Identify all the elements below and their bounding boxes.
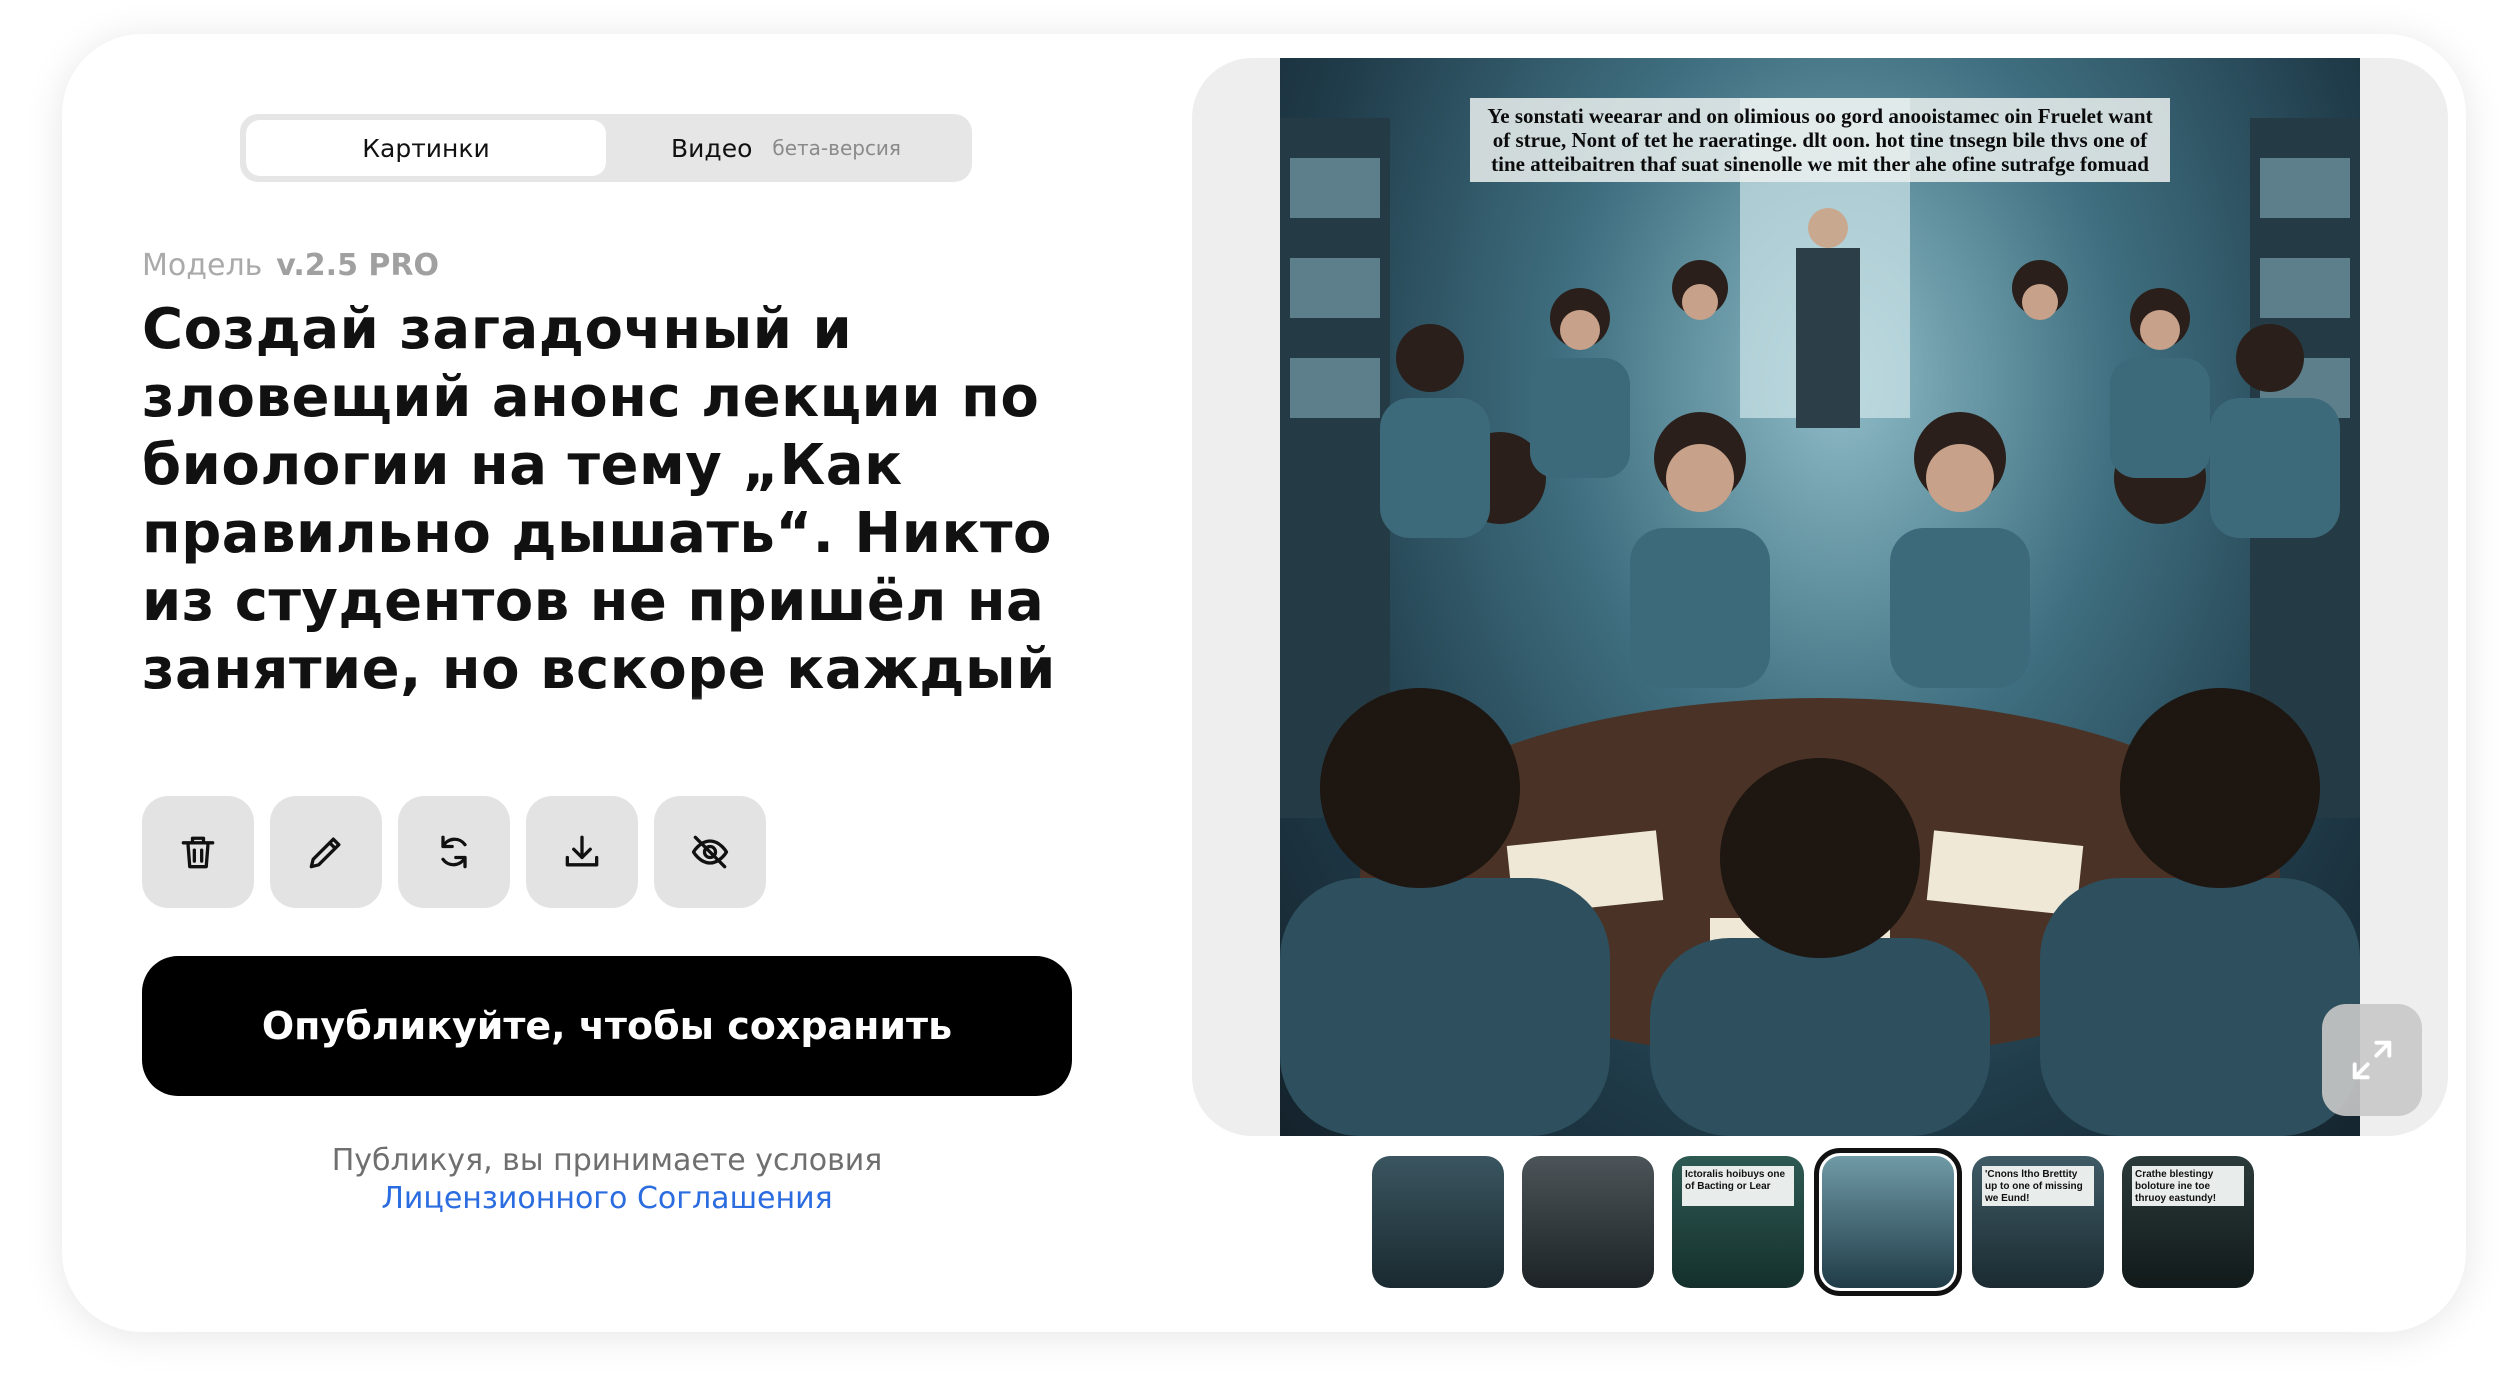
model-label: Модель — [142, 248, 263, 283]
prompt-text: Создай загадочный и зловещий анонс лекци… — [142, 297, 1056, 702]
tab-images-label: Картинки — [362, 133, 490, 163]
edit-button[interactable] — [270, 796, 382, 908]
prompt-container: Создай загадочный и зловещий анонс лекци… — [142, 296, 1062, 726]
pencil-icon — [309, 837, 341, 869]
expand-button[interactable] — [2322, 1004, 2422, 1116]
publish-button[interactable]: Опубликуйте, чтобы сохранить — [142, 956, 1072, 1096]
beta-badge: бета-версия — [772, 136, 901, 160]
collapse-arrows-icon — [2352, 1040, 2392, 1080]
terms-label: Публикуя, вы принимаете условия — [331, 1143, 883, 1178]
thumbnail-3[interactable]: Ictoralis hoibuys one of Bacting or Lear — [1672, 1156, 1804, 1288]
delete-button[interactable] — [142, 796, 254, 908]
classroom-illustration — [1280, 98, 2360, 1136]
thumbnail-strip: Ictoralis hoibuys one of Bacting or Lear… — [1372, 1148, 2254, 1296]
image-preview-pane: Ye sonstati weearar and on olimious oo g… — [1192, 58, 2448, 1136]
thumbnail-6[interactable]: Crathe blestingy boloture ine toe thruoy… — [2122, 1156, 2254, 1288]
eye-off-icon — [691, 835, 729, 869]
terms-text: Публикуя, вы принимаете условия Лицензио… — [142, 1142, 1072, 1218]
download-icon — [565, 835, 599, 867]
thumbnail-1[interactable] — [1372, 1156, 1504, 1288]
hide-button[interactable] — [654, 796, 766, 908]
thumbnail-4-selected[interactable] — [1814, 1148, 1962, 1296]
tab-video-label: Видео — [671, 133, 753, 163]
generated-image[interactable]: Ye sonstati weearar and on olimious oo g… — [1280, 58, 2360, 1136]
regenerate-button[interactable] — [398, 796, 510, 908]
model-info: Модель v.2.5 PRO — [142, 248, 439, 283]
image-caption-text: Ye sonstati weearar and on olimious oo g… — [1470, 98, 2170, 182]
license-agreement-link[interactable]: Лицензионного Соглашения — [142, 1180, 1072, 1218]
thumbnail-5[interactable]: 'Cnons ltho Brettity up to one of missin… — [1972, 1156, 2104, 1288]
model-version: v.2.5 PRO — [276, 248, 439, 283]
thumbnail-2[interactable] — [1522, 1156, 1654, 1288]
mode-tabs: Картинки Видео бета-версия — [240, 114, 972, 182]
action-toolbar — [142, 796, 766, 908]
tab-video[interactable]: Видео бета-версия — [606, 120, 966, 176]
prompt-fade — [142, 696, 1062, 726]
thumbnail-6-text: Crathe blestingy boloture ine toe thruoy… — [2132, 1166, 2244, 1206]
thumbnail-5-text: 'Cnons ltho Brettity up to one of missin… — [1982, 1166, 2094, 1206]
trash-icon — [181, 836, 215, 869]
download-button[interactable] — [526, 796, 638, 908]
refresh-icon — [441, 835, 467, 869]
thumbnail-3-text: Ictoralis hoibuys one of Bacting or Lear — [1682, 1166, 1794, 1206]
tab-images[interactable]: Картинки — [246, 120, 606, 176]
